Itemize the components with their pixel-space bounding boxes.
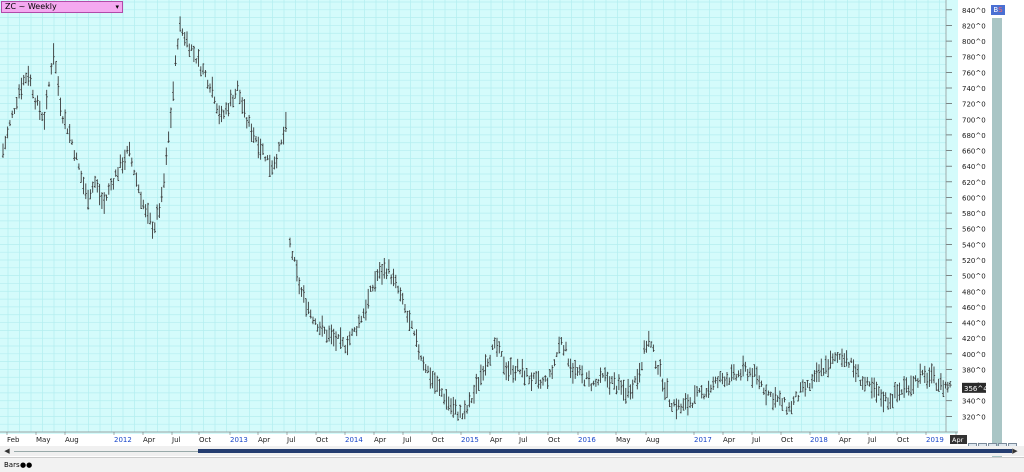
price-label: 460^0 (962, 304, 986, 312)
price-label: 340^0 (962, 398, 986, 406)
time-label: Oct (897, 436, 909, 444)
time-label: Apr (839, 436, 851, 444)
scroll-thumb[interactable] (198, 449, 1012, 453)
price-label: 740^0 (962, 85, 986, 93)
time-label: 2018 (810, 436, 828, 444)
bars-label: Bars (4, 461, 20, 469)
time-label: 2017 (694, 436, 712, 444)
price-label: 800^0 (962, 38, 986, 46)
time-label: Jul (286, 436, 296, 444)
price-label: 320^0 (962, 413, 986, 421)
time-label: Aug (646, 436, 660, 444)
time-label: Feb (7, 436, 20, 444)
time-label: Aug (65, 436, 79, 444)
time-label: Oct (548, 436, 560, 444)
time-label: Oct (316, 436, 328, 444)
price-chart[interactable]: 840^0 820^0 800^0 780^0 760^0 740^0 720^0 700^0… (0, 0, 1024, 446)
time-label: Apr (258, 436, 270, 444)
price-label: 660^0 (962, 148, 986, 156)
time-label: Apr (952, 436, 964, 444)
time-label: Oct (432, 436, 444, 444)
price-label: 700^0 (962, 116, 986, 124)
status-bar: Bars ●● (0, 457, 1024, 472)
time-label: May (616, 436, 630, 444)
time-label: Apr (490, 436, 502, 444)
time-label: Jul (518, 436, 528, 444)
scroll-left-arrow-icon[interactable]: ◀ (2, 446, 12, 456)
price-label: 780^0 (962, 54, 986, 62)
right-panel: BS (990, 4, 1006, 458)
price-label: 400^0 (962, 351, 986, 359)
price-label: 640^0 (962, 163, 986, 171)
price-label: 380^0 (962, 366, 986, 374)
time-label: Apr (374, 436, 386, 444)
time-label: 2014 (345, 436, 363, 444)
price-label: 520^0 (962, 257, 986, 265)
price-label: 500^0 (962, 273, 986, 281)
nav-buttons: ←→↔−+ (968, 435, 1018, 452)
time-label: 2019 (926, 436, 944, 444)
vertical-scrollbar[interactable] (992, 18, 1002, 458)
price-label: 720^0 (962, 101, 986, 109)
price-label: 580^0 (962, 210, 986, 218)
price-label: 820^0 (962, 22, 986, 30)
price-label: 480^0 (962, 288, 986, 296)
price-label: 840^0 (962, 7, 986, 15)
current-price-label: 356^4 (964, 385, 988, 393)
scroll-right-arrow-icon[interactable]: ▶ (1010, 446, 1020, 456)
price-label: 600^0 (962, 194, 986, 202)
time-label: 2015 (461, 436, 479, 444)
price-label: 620^0 (962, 179, 986, 187)
time-label: 2012 (114, 436, 132, 444)
price-label: 680^0 (962, 132, 986, 140)
price-label: 760^0 (962, 69, 986, 77)
toggle-icon[interactable]: ●● (20, 459, 32, 471)
plot-background (0, 0, 958, 434)
time-label: Oct (199, 436, 211, 444)
time-label: Jul (751, 436, 761, 444)
time-label: Oct (781, 436, 793, 444)
price-label: 540^0 (962, 241, 986, 249)
time-label: Jul (867, 436, 877, 444)
price-label: 420^0 (962, 335, 986, 343)
time-label: 2016 (578, 436, 596, 444)
time-label: Jul (402, 436, 412, 444)
time-label: Jul (171, 436, 181, 444)
symbol-selector[interactable]: ZC ~ Weekly ▾ (1, 1, 123, 13)
price-label: 440^0 (962, 320, 986, 328)
bs-badge[interactable]: BS (991, 5, 1005, 15)
time-label: Apr (723, 436, 735, 444)
time-label: May (36, 436, 50, 444)
symbol-label: ZC ~ Weekly (5, 2, 57, 11)
time-label: Apr (143, 436, 155, 444)
price-label: 560^0 (962, 226, 986, 234)
time-label: 2013 (230, 436, 248, 444)
horizontal-scrollbar[interactable]: ◀ ▶ (0, 446, 1024, 456)
chevron-down-icon[interactable]: ▾ (115, 2, 119, 12)
plot-area[interactable]: 840^0 820^0 800^0 780^0 760^0 740^0 720^0 700^0… (0, 0, 990, 444)
chart-window: 840^0 820^0 800^0 780^0 760^0 740^0 720^0 700^0… (0, 0, 1024, 472)
